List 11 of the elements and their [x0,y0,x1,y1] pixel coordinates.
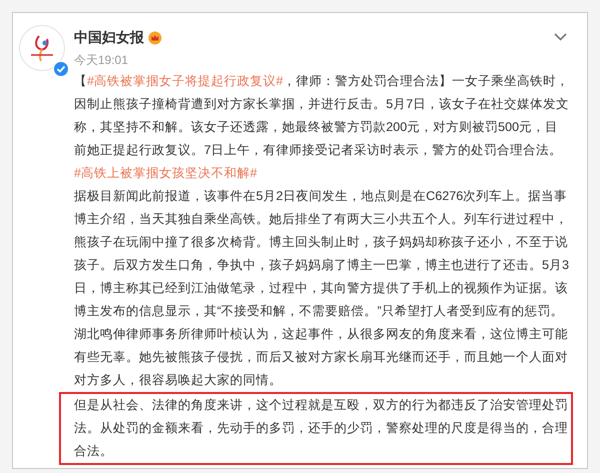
hashtag-link[interactable]: #高铁上被掌掴女孩坚决不和解# [74,166,258,180]
crown-icon [148,30,162,44]
post-paragraph: 湖北鸣伸律师事务所律师叶桢认为，这起事件，从很多网友的角度来看，这位博主可能有些无辜。她先被熊孩子侵扰，而后又被对方家长扇耳光继而还手，而且她一个人面对对方多人，很容易唤起大家的同情。 [74,326,569,389]
post-paragraph: 据极目新闻此前报道，该事件在5月2日夜间发生，地点则是在C6276次列车上。据当事博主介绍，当天其独自乘坐高铁。她后排坐了有两大三小共五个人。列车行进过程中，熊孩子在玩闹中撞了很多次椅背。博主回头制止时，孩子妈妈却称孩子还小，不至于说孩子。后双方发生口角，争执中，孩子妈妈扇了博主一巴掌，博主也进行了还击。5月3日，博主称其已经到江油做笔录，过程中，其向警方提供了手机上的视频作为证据。该博主发布的信息显示，其“不接受和解，不需要赔偿。”只希望打人者受到应有的惩罚。 [74,188,570,320]
post-time[interactable]: 今天19:01 [74,52,571,68]
author-name[interactable]: 中国妇女报 [74,27,144,48]
post-paragraph: 但是从社会、法律的角度来讲，这个过程就是互殴，双方的行为都违反了治安管理处罚法。从处罚的金额来看，先动手的多罚，还手的少罚，警察处理的尺度是得当的，合理合法。 [74,397,569,460]
hashtag-link[interactable]: #高铁被掌掴女子将提起行政复议# [87,74,284,88]
post-paragraph: 【#高铁被掌掴女子将提起行政复议#，律师：警方处罚合理合法】一女子乘坐高铁时，因制止熊孩子撞椅背遭到对方家长掌掴，并进行反击。5月7日，该女子在社交媒体发文称，其坚持不和解。该女子还透露，她最终被警方罚款200元，对方则被罚500元，目前她正提起行政复议。7日上午，有律师接受记者采访时表示，警方的处罚合理合法。 #高铁上被掌掴女孩坚决不和解# [74,73,570,182]
avatar[interactable] [19,25,65,71]
chevron-down-icon[interactable] [554,33,567,41]
